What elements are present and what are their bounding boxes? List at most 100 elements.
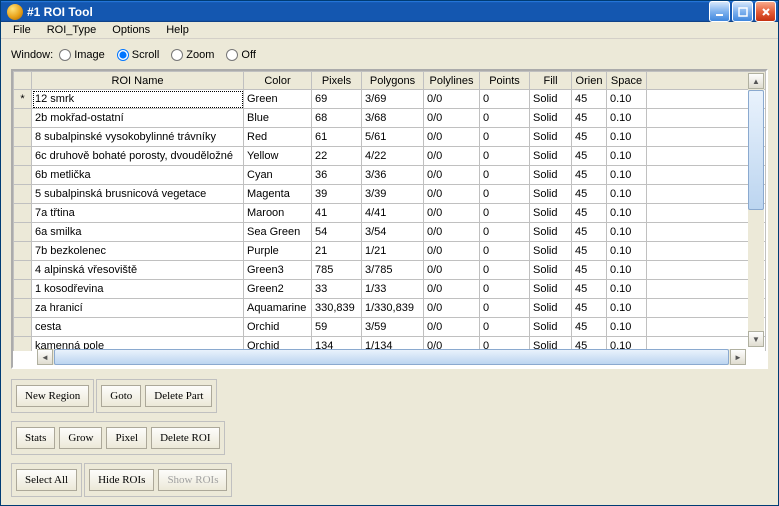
cell-polygons[interactable]: 1/21 (362, 242, 424, 261)
menu-help[interactable]: Help (158, 22, 197, 38)
goto-button[interactable]: Goto (101, 385, 141, 407)
cell-pixels[interactable]: 22 (312, 147, 362, 166)
cell-polygons[interactable]: 3/68 (362, 109, 424, 128)
table-row[interactable]: cestaOrchid593/590/00Solid450.10 (14, 318, 766, 337)
col-polylines[interactable]: Polylines (424, 72, 480, 90)
scroll-up-arrow-icon[interactable]: ▲ (748, 73, 764, 89)
table-row[interactable]: 8 subalpinské vysokobylinné trávníkyRed6… (14, 128, 766, 147)
cell-name[interactable]: 1 kosodřevina (32, 280, 244, 299)
cell-fill[interactable]: Solid (530, 318, 572, 337)
cell-points[interactable]: 0 (480, 261, 530, 280)
col-color[interactable]: Color (244, 72, 312, 90)
table-row[interactable]: 2b mokřad-ostatníBlue683/680/00Solid450.… (14, 109, 766, 128)
cell-polylines[interactable]: 0/0 (424, 299, 480, 318)
col-sel[interactable] (14, 72, 32, 90)
cell-polylines[interactable]: 0/0 (424, 109, 480, 128)
col-pixels[interactable]: Pixels (312, 72, 362, 90)
grow-button[interactable]: Grow (59, 427, 102, 449)
cell-name[interactable]: 12 smrk (32, 90, 244, 109)
cell-sel[interactable] (14, 337, 32, 352)
titlebar[interactable]: #1 ROI Tool (1, 1, 778, 22)
cell-pixels[interactable]: 68 (312, 109, 362, 128)
menu-roi-type[interactable]: ROI_Type (39, 22, 105, 38)
cell-points[interactable]: 0 (480, 299, 530, 318)
cell-fill[interactable]: Solid (530, 166, 572, 185)
cell-sel[interactable] (14, 109, 32, 128)
cell-pixels[interactable]: 785 (312, 261, 362, 280)
cell-points[interactable]: 0 (480, 128, 530, 147)
cell-sel[interactable] (14, 128, 32, 147)
cell-orien[interactable]: 45 (572, 204, 607, 223)
cell-polylines[interactable]: 0/0 (424, 261, 480, 280)
cell-polylines[interactable]: 0/0 (424, 242, 480, 261)
cell-fill[interactable]: Solid (530, 204, 572, 223)
cell-color[interactable]: Green3 (244, 261, 312, 280)
cell-fill[interactable]: Solid (530, 128, 572, 147)
cell-sel[interactable] (14, 166, 32, 185)
table-row[interactable]: 6b metličkaCyan363/360/00Solid450.10 (14, 166, 766, 185)
cell-sel[interactable] (14, 299, 32, 318)
cell-polygons[interactable]: 3/59 (362, 318, 424, 337)
cell-polylines[interactable]: 0/0 (424, 166, 480, 185)
cell-polygons[interactable]: 4/41 (362, 204, 424, 223)
cell-fill[interactable]: Solid (530, 185, 572, 204)
cell-polylines[interactable]: 0/0 (424, 128, 480, 147)
cell-sel[interactable]: * (14, 90, 32, 109)
cell-space[interactable]: 0.10 (607, 299, 647, 318)
scroll-right-arrow-icon[interactable]: ► (730, 349, 746, 365)
cell-points[interactable]: 0 (480, 242, 530, 261)
cell-orien[interactable]: 45 (572, 223, 607, 242)
cell-color[interactable]: Purple (244, 242, 312, 261)
cell-pixels[interactable]: 33 (312, 280, 362, 299)
cell-polygons[interactable]: 3/785 (362, 261, 424, 280)
cell-orien[interactable]: 45 (572, 185, 607, 204)
vertical-scroll-thumb[interactable] (748, 90, 764, 210)
cell-fill[interactable]: Solid (530, 242, 572, 261)
cell-name[interactable]: 7a třtina (32, 204, 244, 223)
cell-polygons[interactable]: 3/36 (362, 166, 424, 185)
cell-sel[interactable] (14, 280, 32, 299)
cell-points[interactable]: 0 (480, 185, 530, 204)
cell-points[interactable]: 0 (480, 147, 530, 166)
cell-space[interactable]: 0.10 (607, 185, 647, 204)
cell-color[interactable]: Magenta (244, 185, 312, 204)
cell-polylines[interactable]: 0/0 (424, 204, 480, 223)
pixel-button[interactable]: Pixel (106, 427, 147, 449)
cell-space[interactable]: 0.10 (607, 147, 647, 166)
cell-polygons[interactable]: 3/69 (362, 90, 424, 109)
cell-polygons[interactable]: 3/54 (362, 223, 424, 242)
col-points[interactable]: Points (480, 72, 530, 90)
cell-sel[interactable] (14, 242, 32, 261)
cell-color[interactable]: Green (244, 90, 312, 109)
cell-points[interactable]: 0 (480, 223, 530, 242)
cell-color[interactable]: Blue (244, 109, 312, 128)
cell-pixels[interactable]: 59 (312, 318, 362, 337)
cell-orien[interactable]: 45 (572, 147, 607, 166)
cell-polylines[interactable]: 0/0 (424, 280, 480, 299)
radio-off[interactable]: Off (226, 49, 255, 61)
cell-sel[interactable] (14, 223, 32, 242)
cell-polylines[interactable]: 0/0 (424, 185, 480, 204)
new-region-button[interactable]: New Region (16, 385, 89, 407)
table-row[interactable]: *12 smrkGreen693/690/00Solid450.10 (14, 90, 766, 109)
cell-pixels[interactable]: 54 (312, 223, 362, 242)
cell-fill[interactable]: Solid (530, 109, 572, 128)
cell-sel[interactable] (14, 185, 32, 204)
cell-name[interactable]: cesta (32, 318, 244, 337)
cell-points[interactable]: 0 (480, 280, 530, 299)
cell-pixels[interactable]: 69 (312, 90, 362, 109)
horizontal-scrollbar[interactable]: ◄ ► (37, 349, 746, 365)
col-name[interactable]: ROI Name (32, 72, 244, 90)
cell-space[interactable]: 0.10 (607, 280, 647, 299)
table-row[interactable]: 5 subalpinská brusnicová vegetaceMagenta… (14, 185, 766, 204)
cell-color[interactable]: Orchid (244, 318, 312, 337)
cell-orien[interactable]: 45 (572, 261, 607, 280)
cell-color[interactable]: Cyan (244, 166, 312, 185)
cell-name[interactable]: 5 subalpinská brusnicová vegetace (32, 185, 244, 204)
cell-color[interactable]: Red (244, 128, 312, 147)
cell-space[interactable]: 0.10 (607, 261, 647, 280)
col-space[interactable]: Space (607, 72, 647, 90)
roi-table[interactable]: ROI Name Color Pixels Polygons Polylines… (13, 71, 766, 351)
cell-space[interactable]: 0.10 (607, 318, 647, 337)
cell-pixels[interactable]: 330,839 (312, 299, 362, 318)
